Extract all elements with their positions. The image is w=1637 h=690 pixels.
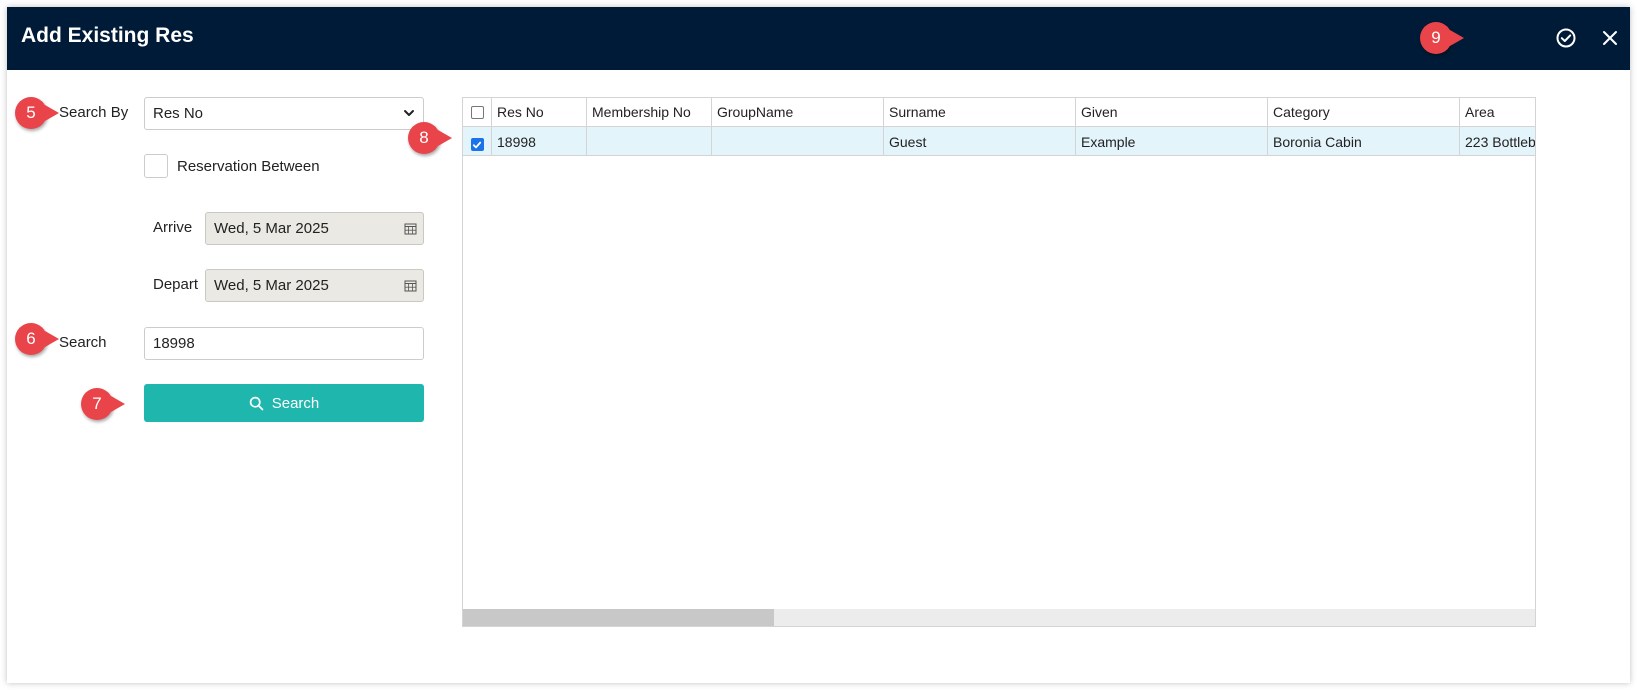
depart-date-value: Wed, 5 Mar 2025 [214,277,329,294]
arrive-date-field[interactable]: Wed, 5 Mar 2025 [205,212,424,245]
horizontal-scrollbar[interactable] [463,609,1535,626]
search-icon [249,396,264,410]
column-header-membership-no[interactable]: Membership No [587,98,712,126]
confirm-button[interactable] [1552,24,1580,52]
callout-6: 6 [15,323,59,355]
callout-5: 5 [15,97,59,129]
table-row[interactable]: 18998 Guest Example Boronia Cabin 223 Bo… [463,127,1535,156]
column-header-surname[interactable]: Surname [884,98,1076,126]
callout-9: 9 [1420,22,1464,54]
cell-res-no: 18998 [492,127,587,155]
scrollbar-thumb[interactable] [463,609,774,626]
grid-header-row: Res No Membership No GroupName Surname G… [463,98,1535,127]
close-icon [1603,31,1617,45]
select-all-checkbox[interactable] [470,105,484,119]
search-button-label: Search [271,394,320,412]
column-header-category[interactable]: Category [1268,98,1460,126]
add-existing-res-dialog: Add Existing Res 9 5 Search By Res No Re… [7,7,1630,683]
callout-7-label: 7 [81,388,113,420]
checkmark-icon [472,141,482,148]
cell-category: Boronia Cabin [1268,127,1460,155]
column-header-groupname[interactable]: GroupName [712,98,884,126]
reservation-between-checkbox[interactable] [144,154,168,178]
callout-8-label: 8 [408,122,440,154]
arrive-label: Arrive [153,219,193,236]
callout-5-label: 5 [15,97,47,129]
dialog-titlebar: Add Existing Res 9 [7,7,1630,70]
chevron-down-icon [404,110,414,116]
close-button[interactable] [1596,24,1624,52]
depart-label: Depart [153,276,199,293]
search-by-select[interactable]: Res No [144,97,424,130]
column-header-res-no[interactable]: Res No [492,98,587,126]
column-header-given[interactable]: Given [1076,98,1268,126]
callout-7: 7 [81,388,125,420]
cell-area: 223 Bottleb [1460,127,1535,155]
callout-8: 8 [408,122,452,154]
cell-given: Example [1076,127,1268,155]
column-header-area[interactable]: Area [1460,98,1535,126]
row-select-cell [463,127,492,155]
search-input[interactable] [144,327,424,360]
reservation-between-label: Reservation Between [177,158,320,175]
calendar-icon [404,223,417,235]
arrive-date-value: Wed, 5 Mar 2025 [214,220,329,237]
search-by-value: Res No [153,105,204,122]
callout-9-label: 9 [1420,22,1452,54]
calendar-icon [404,280,417,292]
cell-groupname [712,127,884,155]
search-by-label: Search By [59,104,129,121]
cell-surname: Guest [884,127,1076,155]
results-grid: Res No Membership No GroupName Surname G… [462,97,1536,627]
dialog-title: Add Existing Res [21,24,194,47]
check-circle-icon [1556,28,1576,48]
search-label: Search [59,334,107,351]
select-all-cell [463,98,492,126]
depart-date-field[interactable]: Wed, 5 Mar 2025 [205,269,424,302]
cell-membership-no [587,127,712,155]
callout-6-label: 6 [15,323,47,355]
row-checkbox[interactable] [470,138,484,151]
search-button[interactable]: Search [144,384,424,422]
